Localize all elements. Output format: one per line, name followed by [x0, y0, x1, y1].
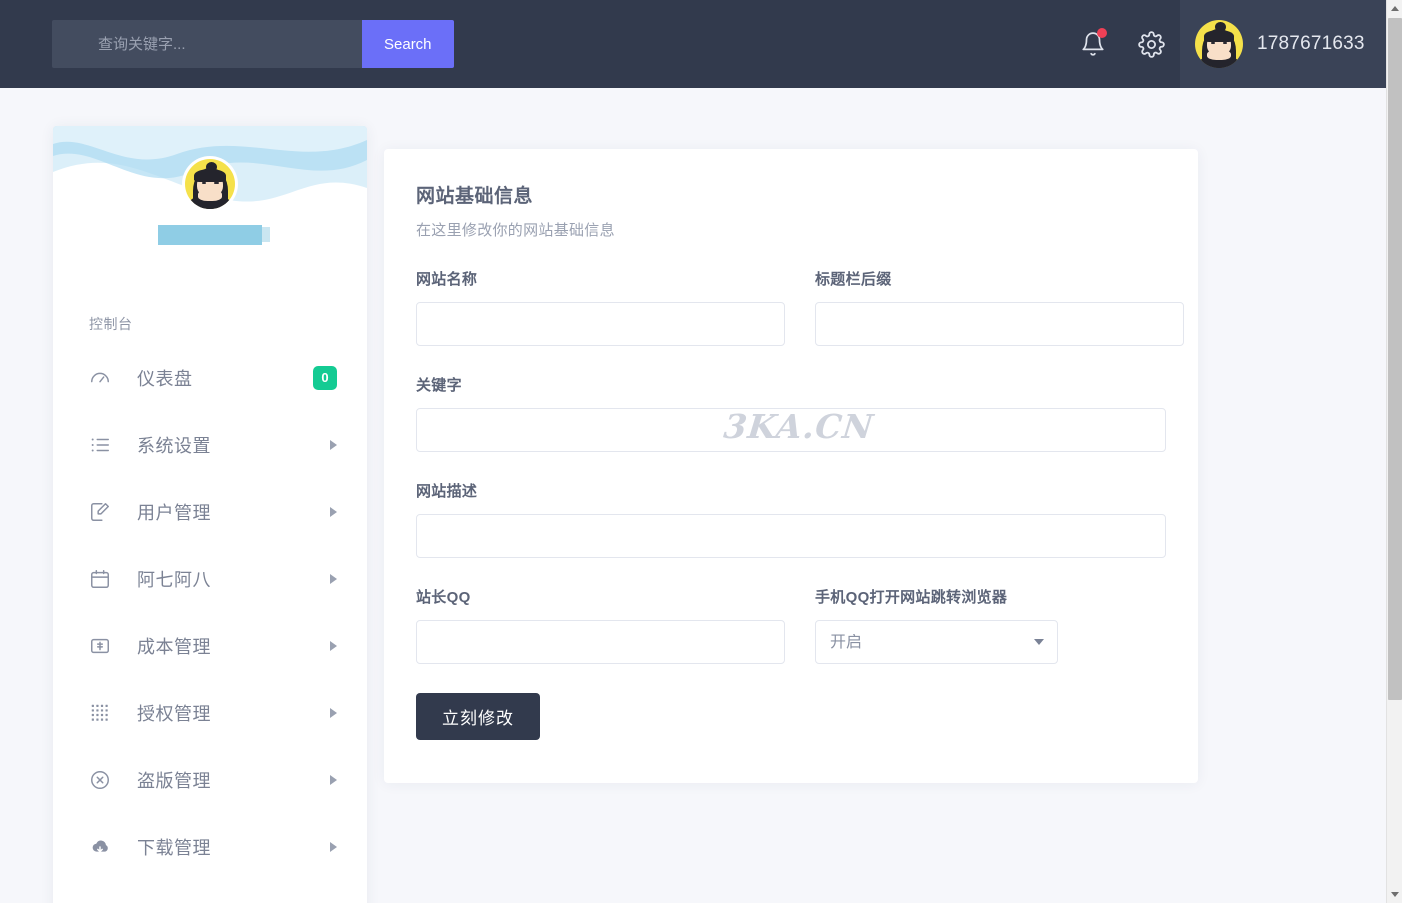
page-scrollbar[interactable]: [1386, 0, 1402, 903]
sidebar-item-label: 成本管理: [137, 633, 211, 659]
sidebar-item-label: 系统设置: [137, 432, 211, 458]
sidebar-item-label: 授权管理: [137, 700, 211, 726]
sidebar-item-2[interactable]: 系统设置: [53, 411, 367, 478]
admin-qq-input[interactable]: [416, 620, 785, 664]
list-icon: [89, 434, 111, 456]
sidebar-item-accessory: [330, 641, 337, 651]
sidebar-item-accessory: [330, 708, 337, 718]
user-name-label: 1787671633: [1257, 33, 1365, 55]
notifications-button[interactable]: [1064, 0, 1122, 88]
field-label-title-suffix: 标题栏后缀: [815, 268, 1184, 289]
sidebar-menu: 仪表盘 0 系统设置用户管理阿七阿八成本管理授权管理盗版管理下载管理修改密码: [53, 344, 367, 903]
settings-button[interactable]: [1122, 0, 1180, 88]
sidebar-item-label: 阿七阿八: [137, 566, 211, 592]
sidebar-username: [53, 225, 367, 245]
sidebar-item-accessory: 0: [313, 366, 337, 390]
field-title-suffix: 标题栏后缀: [815, 268, 1184, 346]
page-subtitle: 在这里修改你的网站基础信息: [416, 219, 1166, 240]
sidebar-item-label: 用户管理: [137, 499, 211, 525]
submit-button[interactable]: 立刻修改: [416, 693, 540, 740]
gauge-icon: [89, 367, 111, 389]
page-title: 网站基础信息: [416, 181, 1166, 208]
chevron-right-icon: [330, 708, 337, 718]
field-label-admin-qq: 站长QQ: [416, 586, 785, 607]
top-bar: Search: [0, 0, 1386, 88]
sidebar-item-3[interactable]: 用户管理: [53, 478, 367, 545]
money-icon: [89, 635, 111, 657]
field-label-site-name: 网站名称: [416, 268, 785, 289]
sidebar-item-8[interactable]: 下载管理: [53, 813, 367, 880]
scroll-up-arrow-icon: [1391, 6, 1399, 11]
form-row-qq: 站长QQ 手机QQ打开网站跳转浏览器 开启关闭: [416, 586, 1166, 664]
field-description: 网站描述: [416, 480, 1166, 558]
form-row-description: 网站描述: [416, 480, 1166, 558]
app-viewport: Search: [0, 0, 1402, 903]
search-button[interactable]: Search: [362, 20, 454, 68]
user-edit-icon: [89, 501, 111, 523]
chevron-right-icon: [330, 507, 337, 517]
site-name-input[interactable]: [416, 302, 785, 346]
search-bar: Search: [52, 20, 454, 68]
chevron-right-icon: [330, 775, 337, 785]
keywords-input[interactable]: [416, 408, 1166, 452]
field-mobile-qq-jump: 手机QQ打开网站跳转浏览器 开启关闭: [815, 586, 1184, 664]
user-menu[interactable]: 1787671633: [1180, 0, 1386, 88]
sidebar-avatar-wrap: [53, 156, 367, 212]
field-admin-qq: 站长QQ: [416, 586, 785, 664]
field-label-keywords: 关键字: [416, 374, 1166, 395]
scroll-down-button[interactable]: [1387, 886, 1402, 903]
form-row-names: 网站名称 标题栏后缀: [416, 268, 1166, 346]
sidebar-item-accessory: [330, 507, 337, 517]
sidebar-item-accessory: [330, 440, 337, 450]
scroll-up-button[interactable]: [1387, 0, 1402, 17]
sidebar-item-6[interactable]: 授权管理: [53, 679, 367, 746]
sidebar-item-accessory: [330, 775, 337, 785]
field-label-description: 网站描述: [416, 480, 1166, 501]
calendar-icon: [89, 568, 111, 590]
notification-dot: [1097, 28, 1107, 38]
sidebar-item-1[interactable]: 仪表盘 0: [53, 344, 367, 411]
chevron-right-icon: [330, 574, 337, 584]
sidebar-item-accessory: [330, 842, 337, 852]
cloud-download-icon: [89, 836, 111, 858]
gear-icon: [1138, 31, 1165, 58]
description-input[interactable]: [416, 514, 1166, 558]
mobile-qq-jump-select[interactable]: 开启关闭: [815, 620, 1058, 664]
sidebar-username-redacted: [158, 225, 262, 245]
sidebar-item-4[interactable]: 阿七阿八: [53, 545, 367, 612]
sidebar-item-badge: 0: [313, 366, 337, 390]
avatar: [1195, 20, 1243, 68]
search-input[interactable]: [52, 20, 362, 68]
settings-card: 网站基础信息 在这里修改你的网站基础信息 网站名称 标题栏后缀 关键字 网站描述: [384, 149, 1198, 783]
grid-icon: [89, 702, 111, 724]
sidebar-section-label: 控制台: [53, 286, 367, 344]
sidebar-item-label: 仪表盘: [137, 365, 193, 391]
field-keywords: 关键字: [416, 374, 1166, 452]
sidebar-item-9[interactable]: 修改密码: [53, 880, 367, 903]
field-label-mobile-qq-jump: 手机QQ打开网站跳转浏览器: [815, 586, 1184, 607]
sidebar: 控制台 仪表盘 0 系统设置用户管理阿七阿八成本管理授权管理盗版管理下载管理修改密码: [53, 126, 367, 903]
sidebar-avatar: [185, 159, 235, 209]
sidebar-item-label: 盗版管理: [137, 767, 211, 793]
scrollbar-thumb[interactable]: [1388, 18, 1402, 700]
sidebar-item-accessory: [330, 574, 337, 584]
chevron-right-icon: [330, 641, 337, 651]
form-row-keywords: 关键字: [416, 374, 1166, 452]
title-suffix-input[interactable]: [815, 302, 1184, 346]
chevron-right-icon: [330, 842, 337, 852]
chevron-right-icon: [330, 440, 337, 450]
sidebar-item-5[interactable]: 成本管理: [53, 612, 367, 679]
sidebar-profile-header: [53, 126, 367, 286]
sidebar-item-7[interactable]: 盗版管理: [53, 746, 367, 813]
field-site-name: 网站名称: [416, 268, 785, 346]
sidebar-item-label: 下载管理: [137, 834, 211, 860]
close-circle-icon: [89, 769, 111, 791]
top-bar-actions: 1787671633: [1064, 0, 1386, 88]
scroll-down-arrow-icon: [1391, 892, 1399, 897]
